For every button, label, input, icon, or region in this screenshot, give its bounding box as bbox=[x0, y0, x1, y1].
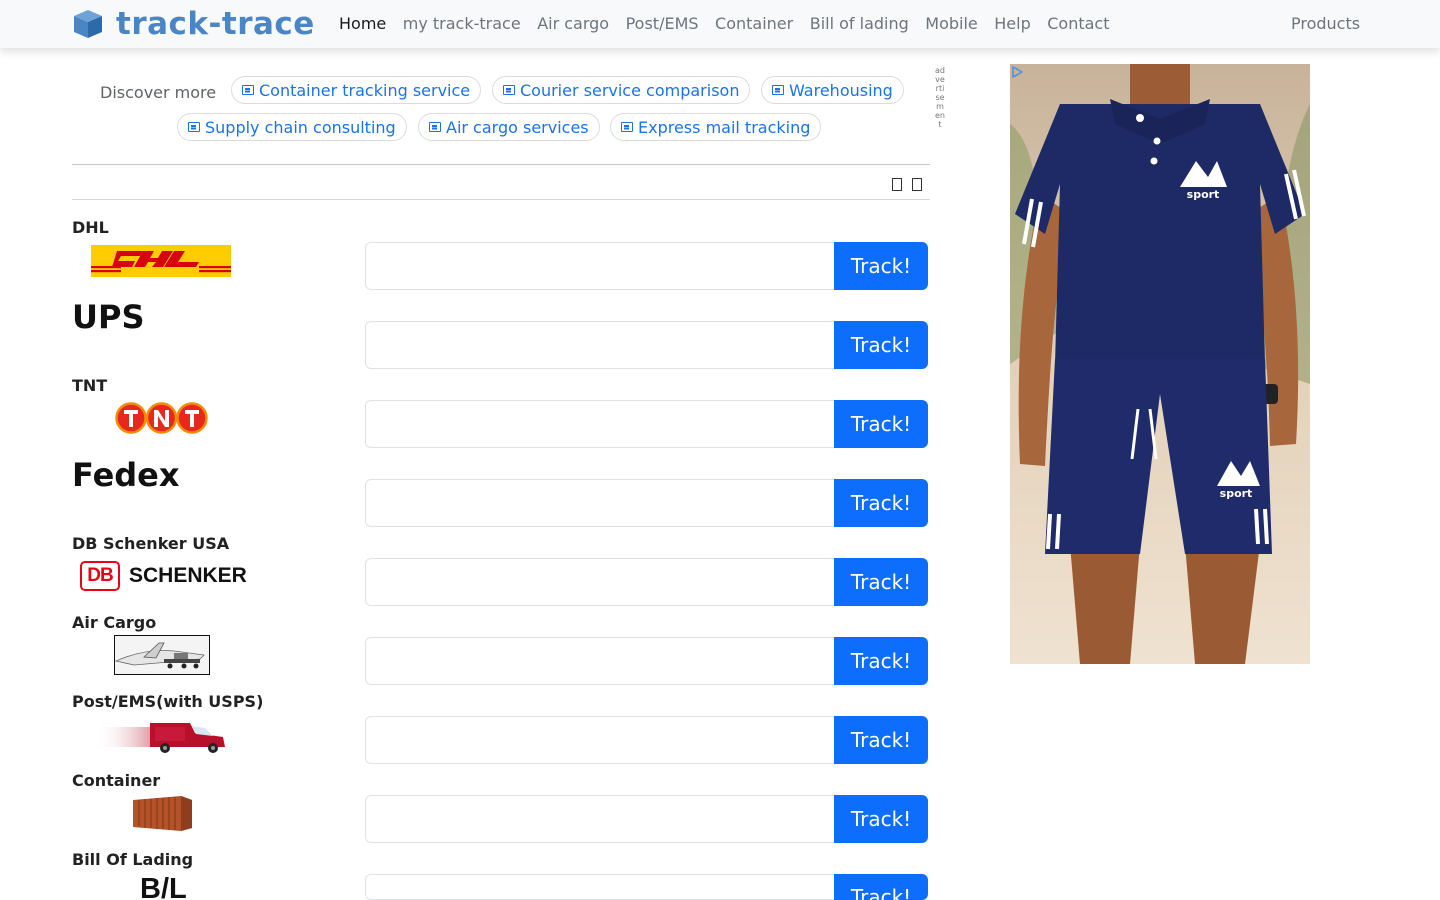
carrier-name-bill-of-lading: Bill Of Lading bbox=[72, 850, 194, 869]
nav-bill-of-lading[interactable]: Bill of lading bbox=[810, 14, 909, 33]
listing-icon bbox=[503, 85, 515, 95]
bill-of-lading-logo: B/L bbox=[140, 873, 187, 900]
ad-controls bbox=[892, 178, 932, 191]
chip-label: Air cargo services bbox=[446, 117, 589, 137]
carrier-name-db-schenker: DB Schenker USA bbox=[72, 534, 230, 553]
track-button-air-cargo[interactable]: Track! bbox=[834, 637, 928, 685]
dhl-logo bbox=[91, 245, 231, 277]
chip-label: Supply chain consulting bbox=[205, 117, 396, 137]
track-button-db-schenker[interactable]: Track! bbox=[834, 558, 928, 606]
tracking-input-ups[interactable] bbox=[365, 321, 835, 369]
nav-air-cargo[interactable]: Air cargo bbox=[537, 14, 609, 33]
carrier-name-air-cargo: Air Cargo bbox=[72, 613, 157, 632]
listing-icon bbox=[242, 85, 254, 95]
nav-my-track-trace[interactable]: my track-trace bbox=[403, 14, 521, 33]
tracking-input-container[interactable] bbox=[365, 795, 835, 843]
nav-container[interactable]: Container bbox=[715, 14, 793, 33]
divider bbox=[72, 164, 930, 165]
ad-brand-mark-top: sport bbox=[1187, 188, 1220, 201]
carrier-name-ups: UPS bbox=[72, 298, 145, 336]
ad-brand-mark-bottom: sport bbox=[1220, 487, 1253, 500]
top-navbar: track-trace Home my track-trace Air carg… bbox=[0, 0, 1440, 48]
close-icon[interactable] bbox=[912, 178, 922, 191]
tracking-input-bill-of-lading[interactable] bbox=[365, 874, 835, 900]
info-icon[interactable] bbox=[892, 178, 902, 191]
advertisement-label: advertisement bbox=[935, 66, 945, 129]
track-button-tnt[interactable]: Track! bbox=[834, 400, 928, 448]
nav-post-ems[interactable]: Post/EMS bbox=[626, 14, 699, 33]
listing-icon bbox=[772, 85, 784, 95]
chip-courier-comparison[interactable]: Courier service comparison bbox=[492, 76, 751, 104]
tracking-input-db-schenker[interactable] bbox=[365, 558, 835, 606]
chip-supply-chain[interactable]: Supply chain consulting bbox=[177, 113, 407, 141]
cube-icon bbox=[74, 10, 102, 38]
tracking-input-dhl[interactable] bbox=[365, 242, 835, 290]
chip-label: Container tracking service bbox=[259, 80, 471, 100]
chip-warehousing[interactable]: Warehousing bbox=[761, 76, 904, 104]
carrier-name-dhl: DHL bbox=[72, 218, 109, 237]
nav-mobile[interactable]: Mobile bbox=[925, 14, 977, 33]
track-button-fedex[interactable]: Track! bbox=[834, 479, 928, 527]
carrier-name-post-ems: Post/EMS(with USPS) bbox=[72, 692, 264, 711]
discover-label: Discover more bbox=[100, 83, 217, 102]
brand-name: track-trace bbox=[116, 6, 315, 42]
advertisement-banner[interactable]: sport sport bbox=[1010, 64, 1310, 664]
nav-links: Home my track-trace Air cargo Post/EMS C… bbox=[339, 0, 1126, 46]
delivery-van-icon bbox=[95, 723, 225, 753]
listing-icon bbox=[429, 122, 441, 132]
carrier-name-tnt: TNT bbox=[72, 376, 108, 395]
listing-icon bbox=[188, 122, 200, 132]
carrier-name-container: Container bbox=[72, 771, 161, 790]
nav-help[interactable]: Help bbox=[994, 14, 1030, 33]
chip-label: Warehousing bbox=[789, 80, 893, 100]
divider bbox=[72, 199, 930, 200]
tracking-input-fedex[interactable] bbox=[365, 479, 835, 527]
nav-home[interactable]: Home bbox=[339, 14, 386, 33]
chip-label: Courier service comparison bbox=[520, 80, 740, 100]
tracking-input-air-cargo[interactable] bbox=[365, 637, 835, 685]
sportswear-ad-image: sport sport bbox=[1010, 64, 1310, 664]
track-button-ups[interactable]: Track! bbox=[834, 321, 928, 369]
track-button-post-ems[interactable]: Track! bbox=[834, 716, 928, 764]
track-button-dhl[interactable]: Track! bbox=[834, 242, 928, 290]
tracking-input-post-ems[interactable] bbox=[365, 716, 835, 764]
nav-contact[interactable]: Contact bbox=[1047, 14, 1109, 33]
airplane-icon bbox=[114, 635, 210, 675]
schenker-wordmark: SCHENKER bbox=[129, 564, 247, 587]
chip-label: Express mail tracking bbox=[638, 117, 811, 137]
db-badge: DB bbox=[80, 561, 120, 591]
track-button-container[interactable]: Track! bbox=[834, 795, 928, 843]
chip-container-tracking[interactable]: Container tracking service bbox=[231, 76, 482, 104]
chip-express-mail[interactable]: Express mail tracking bbox=[610, 113, 822, 141]
listing-icon bbox=[621, 122, 633, 132]
tracking-input-tnt[interactable] bbox=[365, 400, 835, 448]
brand-logo[interactable]: track-trace bbox=[72, 4, 315, 44]
chip-air-cargo-services[interactable]: Air cargo services bbox=[418, 113, 600, 141]
track-button-bill-of-lading[interactable]: Track! bbox=[834, 874, 928, 900]
tnt-logo bbox=[115, 402, 208, 434]
db-schenker-logo: DB SCHENKER bbox=[80, 561, 247, 591]
shipping-container-icon bbox=[133, 796, 192, 831]
adchoices-icon[interactable] bbox=[1011, 66, 1023, 78]
carrier-name-fedex: Fedex bbox=[72, 456, 180, 494]
nav-products[interactable]: Products bbox=[1291, 0, 1360, 46]
